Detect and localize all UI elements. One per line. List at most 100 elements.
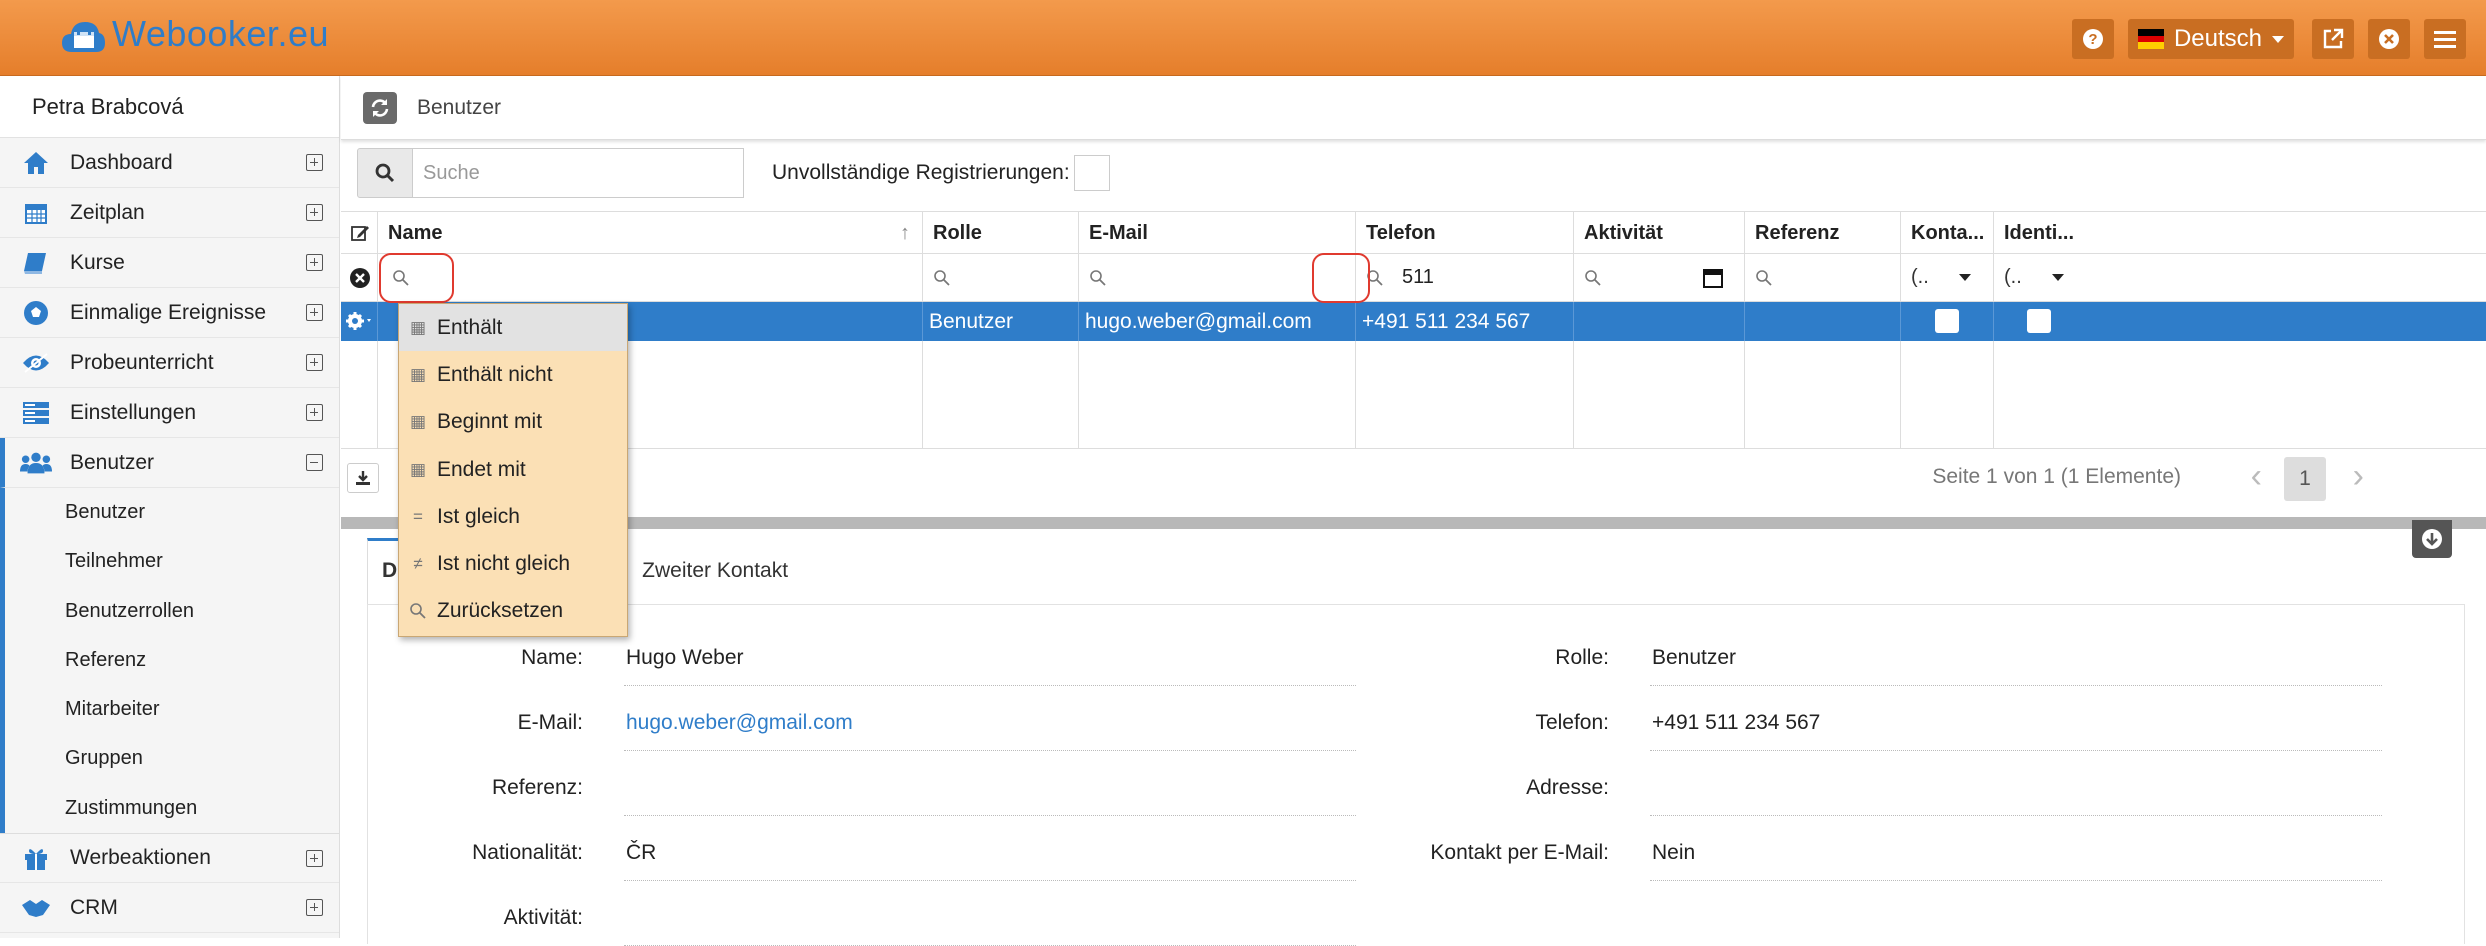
expand-icon[interactable] bbox=[306, 404, 323, 421]
menu-item-equals[interactable]: = Ist gleich bbox=[399, 493, 627, 540]
calendar-icon[interactable] bbox=[1702, 267, 1724, 289]
sidebar-item-kurse[interactable]: Kurse bbox=[0, 238, 339, 288]
next-page-icon[interactable]: › bbox=[2353, 457, 2364, 496]
kontakt-checkbox[interactable] bbox=[1935, 309, 1959, 333]
column-header-referenz[interactable]: Referenz bbox=[1745, 212, 1901, 253]
sidebar-item-zeitplan[interactable]: Zeitplan bbox=[0, 188, 339, 238]
column-header-telefon[interactable]: Telefon bbox=[1356, 212, 1574, 253]
sidebar-item-einmalige-ereignisse[interactable]: Einmalige Ereignisse bbox=[0, 288, 339, 338]
column-header-aktivitaet[interactable]: Aktivität bbox=[1574, 212, 1745, 253]
menu-item-label: Enthält bbox=[437, 315, 503, 339]
column-header-name[interactable]: Name ↑ bbox=[378, 212, 923, 253]
sidebar-item-einstellungen[interactable]: Einstellungen bbox=[0, 388, 339, 438]
filter-cell-telefon[interactable]: 511 bbox=[1356, 254, 1574, 301]
collapse-icon[interactable] bbox=[306, 454, 323, 471]
external-link-icon bbox=[2323, 28, 2344, 49]
filter-cell-aktivitaet[interactable] bbox=[1574, 254, 1745, 301]
logo[interactable]: Webooker.eu bbox=[60, 12, 329, 56]
menu-item-contains[interactable]: ▦ Enthält bbox=[399, 304, 627, 352]
language-select[interactable]: Deutsch bbox=[2128, 19, 2294, 59]
menu-item-label: Beginnt mit bbox=[437, 410, 543, 434]
expand-icon[interactable] bbox=[306, 354, 323, 371]
filter-value-kontakt[interactable]: (.. bbox=[1911, 266, 1929, 289]
column-header-rolle[interactable]: Rolle bbox=[923, 212, 1079, 253]
column-label: Rolle bbox=[933, 222, 982, 244]
grid-empty-area bbox=[341, 341, 2486, 449]
sidebar-subitem-referenz[interactable]: Referenz bbox=[5, 636, 339, 685]
filter-cell-identitaet[interactable]: (.. bbox=[1994, 254, 2086, 301]
help-button[interactable]: ? bbox=[2072, 19, 2114, 59]
refresh-button[interactable] bbox=[363, 91, 397, 124]
highlight-name-filter bbox=[379, 253, 454, 303]
sidebar-subitem-zustimmungen[interactable]: Zustimmungen bbox=[5, 784, 339, 833]
field-value-email-link[interactable]: hugo.weber@gmail.com bbox=[624, 711, 1356, 751]
sidebar-subitem-benutzer[interactable]: Benutzer bbox=[5, 488, 339, 537]
filter-cell-rolle[interactable] bbox=[923, 254, 1079, 301]
logout-button[interactable] bbox=[2368, 19, 2410, 59]
expand-icon[interactable] bbox=[306, 204, 323, 221]
current-page-button[interactable]: 1 bbox=[2284, 457, 2326, 501]
sidebar-item-dashboard[interactable]: Dashboard bbox=[0, 138, 339, 188]
caret-down-icon[interactable] bbox=[2051, 274, 2064, 281]
search-input[interactable] bbox=[413, 148, 744, 198]
field-label-name: Name: bbox=[521, 646, 583, 669]
filter-cell-kontakt[interactable]: (.. bbox=[1901, 254, 1994, 301]
expand-icon[interactable] bbox=[306, 254, 323, 271]
sidebar-subitem-mitarbeiter[interactable]: Mitarbeiter bbox=[5, 685, 339, 734]
sidebar-item-werbeaktionen[interactable]: Werbeaktionen bbox=[0, 833, 339, 884]
filter-cell-name[interactable] bbox=[378, 254, 923, 301]
expand-icon[interactable] bbox=[306, 304, 323, 321]
user-name: Petra Brabcová bbox=[0, 76, 339, 138]
filter-cell-referenz[interactable] bbox=[1745, 254, 1901, 301]
column-header-email[interactable]: E-Mail bbox=[1079, 212, 1356, 253]
expand-icon[interactable] bbox=[306, 850, 323, 868]
search-icon[interactable] bbox=[933, 269, 951, 287]
clear-filters-button[interactable] bbox=[341, 254, 378, 301]
search-icon[interactable] bbox=[1089, 269, 1107, 287]
logo-text: Webooker.eu bbox=[112, 13, 329, 54]
menu-button[interactable] bbox=[2424, 19, 2466, 59]
expand-icon[interactable] bbox=[306, 154, 323, 171]
splitter[interactable] bbox=[341, 517, 2486, 529]
search-icon[interactable] bbox=[1755, 269, 1773, 287]
edit-column-header[interactable] bbox=[341, 212, 378, 253]
menu-item-reset[interactable]: Zurücksetzen bbox=[399, 588, 627, 635]
menu-item-not-equals[interactable]: ≠ Ist nicht gleich bbox=[399, 540, 627, 587]
abc-icon: ▦ bbox=[409, 317, 427, 337]
search-icon[interactable] bbox=[1584, 269, 1602, 287]
abc-icon: ▦ bbox=[409, 364, 427, 384]
expand-icon[interactable] bbox=[306, 899, 323, 917]
menu-item-starts-with[interactable]: ▦ Beginnt mit bbox=[399, 399, 627, 446]
collapse-detail-button[interactable] bbox=[2412, 520, 2452, 558]
cell-email: hugo.weber@gmail.com bbox=[1079, 302, 1356, 341]
sidebar-item-benutzer[interactable]: Benutzer bbox=[0, 438, 339, 488]
users-icon bbox=[20, 449, 52, 477]
sidebar-item-label: CRM bbox=[70, 895, 118, 919]
caret-down-icon[interactable] bbox=[1958, 274, 1971, 281]
menu-item-not-contains[interactable]: ▦ Enthält nicht bbox=[399, 351, 627, 398]
filter-value-telefon[interactable]: 511 bbox=[1402, 266, 1434, 289]
sidebar-subitem-benutzerrollen[interactable]: Benutzerrollen bbox=[5, 587, 339, 636]
filter-value-identitaet[interactable]: (.. bbox=[2004, 266, 2022, 289]
sidebar-subitem-teilnehmer[interactable]: Teilnehmer bbox=[5, 537, 339, 586]
identitaet-checkbox[interactable] bbox=[2027, 309, 2051, 333]
sidebar-item-crm[interactable]: CRM bbox=[0, 883, 339, 934]
sidebar-item-label: Probeunterricht bbox=[70, 350, 214, 374]
incomplete-registrations-checkbox[interactable] bbox=[1073, 155, 1110, 191]
column-header-identitaet[interactable]: Identi... bbox=[1994, 212, 2086, 253]
sidebar-item-probeunterricht[interactable]: Probeunterricht bbox=[0, 338, 339, 388]
column-header-kontakt[interactable]: Konta... bbox=[1901, 212, 1994, 253]
sidebar-subitem-gruppen[interactable]: Gruppen bbox=[5, 734, 339, 783]
open-external-button[interactable] bbox=[2312, 19, 2354, 59]
prev-page-icon[interactable]: ‹ bbox=[2251, 457, 2262, 496]
menu-item-ends-with[interactable]: ▦ Endet mit bbox=[399, 446, 627, 493]
download-icon bbox=[356, 471, 370, 485]
table-row[interactable]: Benutzer hugo.weber@gmail.com +491 511 2… bbox=[341, 302, 2486, 341]
tab-zweiter-kontakt[interactable]: Zweiter Kontakt bbox=[642, 538, 788, 604]
export-button[interactable] bbox=[347, 463, 379, 493]
row-actions-button[interactable] bbox=[341, 302, 378, 341]
arrow-down-circle-icon bbox=[2422, 529, 2442, 549]
cell-kontakt bbox=[1901, 302, 1994, 341]
field-value-rolle: Benutzer bbox=[1650, 646, 2382, 686]
search-button[interactable] bbox=[357, 148, 413, 198]
